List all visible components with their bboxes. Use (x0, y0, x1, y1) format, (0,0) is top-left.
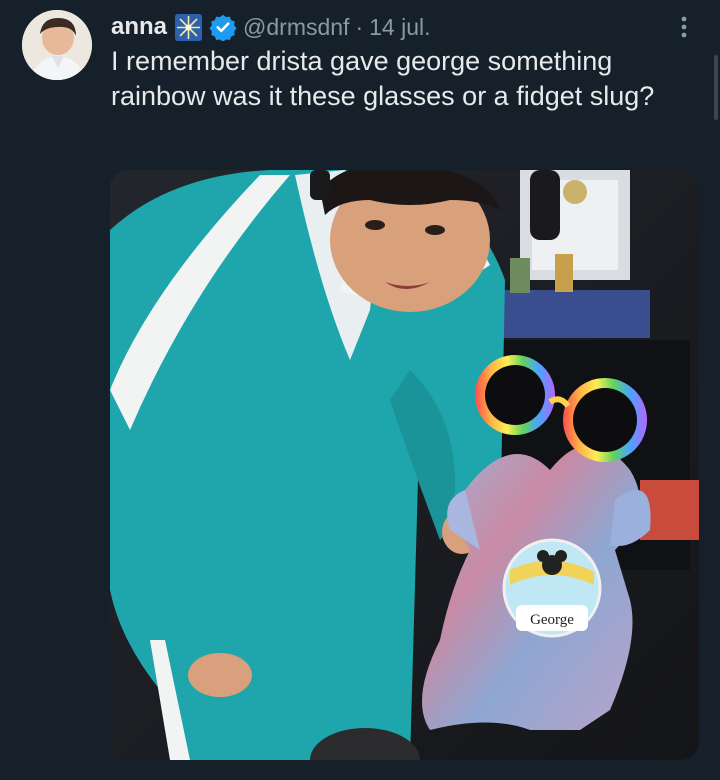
author-name[interactable]: anna (111, 13, 167, 41)
verified-badge-icon (209, 13, 237, 42)
tweet-image[interactable]: George (110, 170, 699, 760)
separator: · (355, 13, 364, 40)
scrollbar[interactable] (714, 55, 718, 120)
tweet-date[interactable]: 14 jul. (369, 14, 430, 41)
sparkle-emoji-icon (175, 13, 203, 41)
more-options-icon[interactable] (672, 12, 696, 42)
tweet[interactable]: anna @drmsdnf · 14 jul. I remember drist… (0, 0, 720, 780)
avatar[interactable] (22, 10, 92, 80)
tweet-header: anna @drmsdnf · 14 jul. (111, 10, 431, 44)
author-handle[interactable]: @drmsdnf (243, 14, 349, 41)
pin-badge-text: George (530, 612, 574, 628)
tweet-text: I remember drista gave george something … (111, 46, 655, 111)
